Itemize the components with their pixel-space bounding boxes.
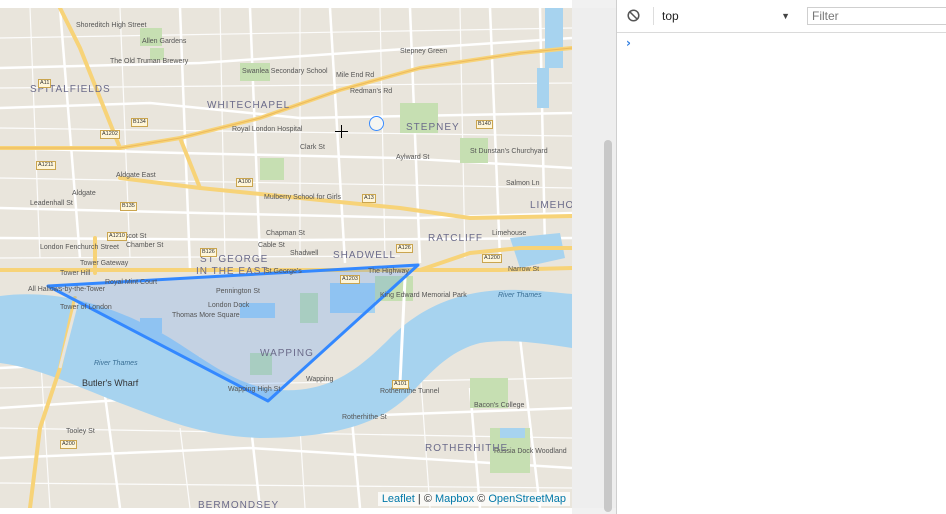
street-label: Wapping High St: [228, 386, 281, 393]
place-label: Royal Mint Court: [105, 279, 158, 286]
street-label: Leadenhall St: [30, 200, 73, 207]
street-label: Tooley St: [66, 428, 95, 435]
place-label: Royal London Hospital: [232, 126, 303, 133]
context-selector[interactable]: top ▼: [653, 7, 796, 25]
console-prompt-chevron-icon[interactable]: ›: [626, 36, 631, 50]
place-label: Aldgate East: [116, 172, 156, 179]
road-shield: B134: [131, 118, 148, 127]
place-label: Tower Hill: [60, 270, 91, 277]
road-shield: A1202: [100, 130, 120, 139]
road-shield: A126: [396, 244, 413, 253]
leaflet-link[interactable]: Leaflet: [382, 493, 415, 505]
road-shield: A100: [236, 178, 253, 187]
area-label: STEPNEY: [406, 122, 460, 133]
crosshair-cursor-icon: [335, 125, 348, 138]
place-label: Limehouse: [492, 230, 527, 237]
place-label: London Fenchurch Street: [40, 244, 119, 251]
place-label: The Old Truman Brewery: [110, 58, 189, 65]
place-label: London Dock: [208, 302, 250, 309]
place-label: Aldgate: [72, 190, 96, 197]
place-label: Butler's Wharf: [82, 378, 139, 388]
street-label: The Highway: [368, 268, 409, 275]
area-label: SHADWELL: [333, 250, 397, 261]
place-label: Shadwell: [290, 250, 319, 257]
place-label: Thomas More Square: [172, 312, 240, 319]
road-shield: A1211: [36, 161, 56, 170]
street-label: Salmon Ln: [506, 180, 540, 187]
road-shield: B126: [200, 248, 217, 257]
clear-console-icon[interactable]: [627, 9, 640, 22]
area-label: LIMEHOUSE: [530, 200, 572, 211]
place-label: Bacon's College: [474, 402, 525, 409]
place-label: Mulberry School for Girls: [264, 194, 342, 201]
console-toolbar: top ▼: [617, 0, 946, 33]
road-shield: A11: [38, 79, 52, 88]
place-label: King Edward Memorial Park: [380, 292, 467, 299]
attribution-separator: | ©: [414, 493, 435, 505]
place-label: Swanlea Secondary School: [242, 68, 328, 75]
area-label: WHITECHAPEL: [207, 100, 291, 111]
circle-marker[interactable]: [369, 116, 384, 131]
street-label: Cable St: [258, 242, 285, 249]
attribution-separator: ©: [474, 493, 489, 505]
map-attribution: Leaflet | © Mapbox © OpenStreetMap: [377, 492, 570, 506]
area-label: IN THE EAST: [196, 266, 269, 277]
place-label: Wapping: [306, 376, 334, 383]
road-shield: A13: [362, 194, 376, 203]
place-label: Tower Gateway: [80, 260, 129, 267]
water-label: River Thames: [94, 360, 138, 367]
scrollbar-thumb[interactable]: [604, 140, 612, 512]
place-label: Russia Dock Woodland: [494, 448, 567, 455]
place-label: All Hallows-by-the-Tower: [28, 286, 106, 293]
place-label: Tower of London: [60, 304, 112, 311]
road-shield: A101: [392, 380, 409, 389]
place-label: Shoreditch High Street: [76, 22, 147, 29]
road-shield: B135: [120, 202, 137, 211]
dropdown-triangle-icon: ▼: [781, 11, 790, 21]
area-label: BERMONDSEY: [198, 500, 280, 508]
context-selector-label: top: [662, 9, 679, 23]
openstreetmap-link[interactable]: OpenStreetMap: [488, 493, 566, 505]
place-label: St Dunstan's Churchyard: [470, 148, 548, 155]
filter-input[interactable]: [807, 7, 946, 25]
street-label: Aylward St: [396, 154, 430, 161]
map-view[interactable]: SPITALFIELDS WHITECHAPEL STEPNEY ST GEOR…: [0, 8, 572, 508]
water-label: River Thames: [498, 292, 542, 299]
street-label: Rotherhithe St: [342, 414, 387, 421]
street-label: Chapman St: [266, 230, 305, 237]
street-label: Narrow St: [508, 266, 540, 273]
place-label: St George's: [265, 268, 302, 275]
devtools-console-panel: top ▼ ›: [616, 0, 946, 514]
street-label: Chamber St: [126, 242, 164, 249]
mapbox-link[interactable]: Mapbox: [435, 493, 474, 505]
road-shield: A1203: [340, 275, 360, 284]
place-label: Stepney Green: [400, 48, 448, 55]
road-shield: A1210: [107, 232, 127, 241]
road-shield: A1200: [482, 254, 502, 263]
street-label: Mile End Rd: [336, 72, 375, 79]
place-label: Allen Gardens: [142, 38, 187, 45]
area-label: RATCLIFF: [428, 233, 484, 244]
street-label: Pennington St: [216, 288, 260, 295]
road-shield: B140: [476, 120, 493, 129]
road-shield: A200: [60, 440, 77, 449]
place-label: Rotherhithe Tunnel: [380, 388, 440, 395]
area-label: WAPPING: [260, 348, 314, 359]
street-label: Clark St: [300, 144, 325, 151]
street-label: Redman's Rd: [350, 88, 393, 95]
